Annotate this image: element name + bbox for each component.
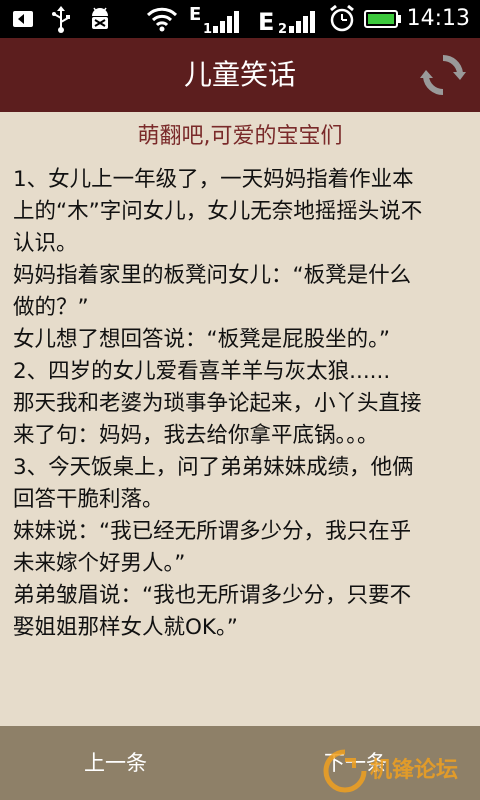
joke-line: 上的“木”字问女儿，女儿无奈地摇摇头说不 <box>13 199 423 224</box>
usb-debug-icon <box>6 0 40 38</box>
refresh-icon <box>420 54 466 96</box>
joke-line: 做的？” <box>13 295 89 320</box>
joke-line: 女儿想了想回答说：“板凳是屁股坐的。” <box>13 327 391 352</box>
svg-text:E: E <box>258 8 274 36</box>
bottom-nav-bar: 上一条 下一条 <box>0 726 480 800</box>
joke-line: 妈妈指着家里的板凳问女儿：“板凳是什么 <box>13 263 412 288</box>
status-time: 14:13 <box>406 6 470 31</box>
joke-line: 1、女儿上一年级了，一天妈妈指着作业本 <box>13 167 414 192</box>
status-bar: E 1 E 2 14:13 <box>0 0 480 38</box>
previous-button[interactable]: 上一条 <box>84 726 147 800</box>
next-button[interactable]: 下一条 <box>324 726 387 800</box>
edge-2-signal-icon: E 2 <box>254 0 324 38</box>
usb-icon <box>46 0 76 38</box>
refresh-button[interactable] <box>416 48 470 102</box>
battery-icon <box>364 0 402 38</box>
joke-content[interactable]: 萌翻吧,可爱的宝宝们 1、女儿上一年级了，一天妈妈指着作业本 上的“木”字问女儿… <box>0 112 480 726</box>
wifi-icon <box>144 0 180 38</box>
joke-subtitle: 萌翻吧,可爱的宝宝们 <box>137 124 343 149</box>
joke-line: 回答干脆利落。 <box>13 487 164 512</box>
joke-line: 那天我和老婆为琐事争论起来，小丫头直接 <box>13 391 422 416</box>
joke-line: 认识。 <box>13 231 78 256</box>
svg-text:1: 1 <box>203 22 212 36</box>
battery-level-icon <box>368 14 394 24</box>
joke-line: 3、今天饭桌上，问了弟弟妹妹成绩，他俩 <box>13 455 414 480</box>
joke-line: 未来嫁个好男人。” <box>13 551 186 576</box>
joke-line: 弟弟皱眉说：“我也无所谓多少分，只要不 <box>13 583 412 608</box>
joke-line: 来了句：妈妈，我去给你拿平底锅。。。 <box>13 423 379 448</box>
joke-line: 2、四岁的女儿爱看喜羊羊与灰太狼...... <box>13 359 391 384</box>
app-title: 儿童笑话 <box>183 58 296 91</box>
joke-line: 娶姐姐那样女人就OK。” <box>13 615 238 640</box>
svg-text:2: 2 <box>278 22 287 36</box>
alarm-icon <box>326 0 358 38</box>
title-bar: 儿童笑话 <box>0 38 480 112</box>
edge-signal-icon: E 1 <box>184 0 250 38</box>
joke-line: 妹妹说：“我已经无所谓多少分，我只在乎 <box>13 519 412 544</box>
svg-text:E: E <box>189 4 201 25</box>
android-debug-icon <box>84 0 116 38</box>
joke-text: 1、女儿上一年级了，一天妈妈指着作业本 上的“木”字问女儿，女儿无奈地摇摇头说不… <box>13 164 471 644</box>
